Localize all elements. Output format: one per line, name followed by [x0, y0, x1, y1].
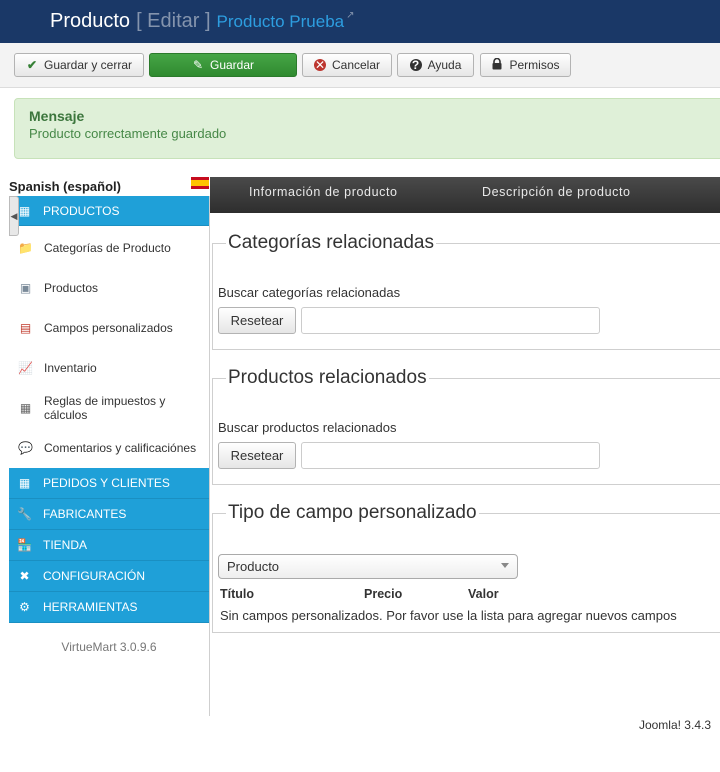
page-mode: [ Editar ] — [136, 10, 211, 32]
column-header-precio: Precio — [364, 587, 403, 601]
sidebar-section-label: PEDIDOS Y CLIENTES — [43, 476, 170, 490]
joomla-version: Joomla! 3.4.3 — [638, 718, 711, 732]
toolbar: ✔ Guardar y cerrar ✎ Guardar ✕ Cancelar … — [0, 43, 720, 88]
product-preview-link[interactable]: Producto Prueba — [217, 12, 345, 32]
related-products-legend: Productos relacionados — [226, 367, 429, 389]
chevron-down-icon — [501, 563, 509, 568]
sidebar-section-pedidos[interactable]: ▦ PEDIDOS Y CLIENTES — [9, 468, 209, 499]
calculator-icon: ▦ — [19, 401, 32, 415]
page-header: Producto [ Editar ] Producto Prueba ↗ — [0, 0, 720, 43]
fieldset-border — [212, 378, 213, 484]
sidebar-section-fabricantes[interactable]: 🔧 FABRICANTES — [9, 499, 209, 530]
edit-icon: ✎ — [192, 58, 204, 72]
tab-informacion[interactable]: Información de producto — [249, 177, 398, 213]
spain-flag-icon[interactable] — [191, 177, 209, 189]
product-tabs: Información de producto Descripción de p… — [210, 177, 720, 213]
save-button[interactable]: ✎ Guardar — [149, 53, 297, 77]
permissions-label: Permisos — [509, 58, 560, 72]
comment-bubble-icon: 💬 — [18, 441, 33, 455]
tab-descripcion[interactable]: Descripción de producto — [482, 177, 631, 213]
cancel-label: Cancelar — [331, 58, 381, 72]
fieldset-border — [212, 484, 720, 485]
sidebar-item-categorias[interactable]: 📁 Categorías de Producto — [9, 240, 209, 256]
sidebar-section-herramientas[interactable]: ⚙ HERRAMIENTAS — [9, 592, 209, 623]
sidebar-collapse-toggle[interactable]: ◀ — [9, 196, 19, 236]
wrench-icon: 🔧 — [17, 507, 32, 521]
reset-products-button[interactable]: Resetear — [218, 442, 296, 469]
inventory-chart-icon: 📈 — [18, 361, 33, 375]
column-header-titulo: Título — [220, 587, 255, 601]
sidebar-item-label: Reglas de impuestos y cálculos — [44, 394, 166, 422]
product-box-icon: ▣ — [19, 281, 32, 295]
fieldset-border — [212, 513, 213, 632]
sidebar-section-label: TIENDA — [43, 538, 88, 552]
sidebar-section-label: FABRICANTES — [43, 507, 127, 521]
virtuemart-version: VirtueMart 3.0.9.6 — [61, 640, 157, 654]
sidebar-section-label: CONFIGURACIÓN — [43, 569, 145, 583]
save-label: Guardar — [209, 58, 255, 72]
question-circle-icon: ? — [409, 59, 422, 71]
fieldset-border — [212, 349, 720, 350]
related-categories-label: Buscar categorías relacionadas — [218, 285, 401, 300]
products-box-icon: ▦ — [18, 204, 31, 218]
fieldset-border — [212, 632, 720, 633]
custom-field-type-select[interactable]: Producto — [218, 554, 518, 579]
reset-categories-button[interactable]: Resetear — [218, 307, 296, 334]
message-text: Producto correctamente guardado — [29, 126, 227, 141]
sidebar-item-comentarios[interactable]: 💬 Comentarios y calificaciónes — [9, 440, 209, 456]
folder-icon: 📁 — [18, 241, 33, 255]
related-categories-search-input[interactable] — [301, 307, 600, 334]
sidebar-item-inventario[interactable]: 📈 Inventario — [9, 360, 209, 376]
lock-icon — [491, 57, 503, 73]
cancel-circle-icon: ✕ — [313, 58, 326, 72]
sidebar-section-tienda[interactable]: 🏪 TIENDA — [9, 530, 209, 561]
tools-icon: ⚙ — [19, 600, 30, 614]
help-label: Ayuda — [427, 58, 462, 72]
sidebar-section-label: HERRAMIENTAS — [43, 600, 138, 614]
no-custom-fields-message: Sin campos personalizados. Por favor use… — [220, 608, 677, 623]
external-link-icon[interactable]: ↗ — [346, 10, 354, 21]
related-products-label: Buscar productos relacionados — [218, 420, 397, 435]
related-products-search-input[interactable] — [301, 442, 600, 469]
sidebar-divider — [209, 196, 210, 716]
sidebar-item-impuestos[interactable]: ▦ Reglas de impuestos y cálculos — [9, 393, 209, 423]
sidebar-item-campos[interactable]: ▤ Campos personalizados — [9, 320, 209, 336]
custom-fields-icon: ▤ — [19, 321, 32, 335]
sidebar-item-label: Categorías de Producto — [44, 241, 171, 255]
sidebar-item-label: Comentarios y calificaciónes — [44, 441, 197, 455]
permissions-button[interactable]: Permisos — [480, 53, 571, 77]
column-header-valor: Valor — [468, 587, 499, 601]
select-value: Producto — [227, 559, 280, 574]
sidebar-item-label: Productos — [44, 281, 99, 295]
success-message: Mensaje Producto correctamente guardado — [14, 98, 720, 159]
related-categories-legend: Categorías relacionadas — [226, 232, 436, 254]
custom-field-legend: Tipo de campo personalizado — [226, 502, 479, 524]
cancel-button[interactable]: ✕ Cancelar — [302, 53, 392, 77]
configuration-icon: ✖ — [19, 569, 30, 583]
sidebar-item-label: Inventario — [44, 361, 97, 375]
page-title: Producto — [50, 10, 131, 32]
checkmark-icon: ✔ — [26, 58, 38, 72]
orders-icon: ▦ — [18, 476, 31, 490]
message-title: Mensaje — [29, 108, 85, 124]
sidebar-section-configuracion[interactable]: ✖ CONFIGURACIÓN — [9, 561, 209, 592]
sidebar-section-productos[interactable]: ▦ PRODUCTOS — [9, 196, 209, 226]
sidebar-section-label: PRODUCTOS — [43, 203, 120, 218]
sidebar-item-productos[interactable]: ▣ Productos — [9, 280, 209, 296]
sidebar-item-label: Campos personalizados — [44, 321, 173, 335]
save-and-close-button[interactable]: ✔ Guardar y cerrar — [14, 53, 144, 77]
save-and-close-label: Guardar y cerrar — [43, 58, 133, 72]
help-button[interactable]: ? Ayuda — [397, 53, 474, 77]
shop-icon: 🏪 — [17, 538, 32, 552]
fieldset-border — [212, 243, 213, 349]
language-label: Spanish (español) — [9, 179, 121, 194]
